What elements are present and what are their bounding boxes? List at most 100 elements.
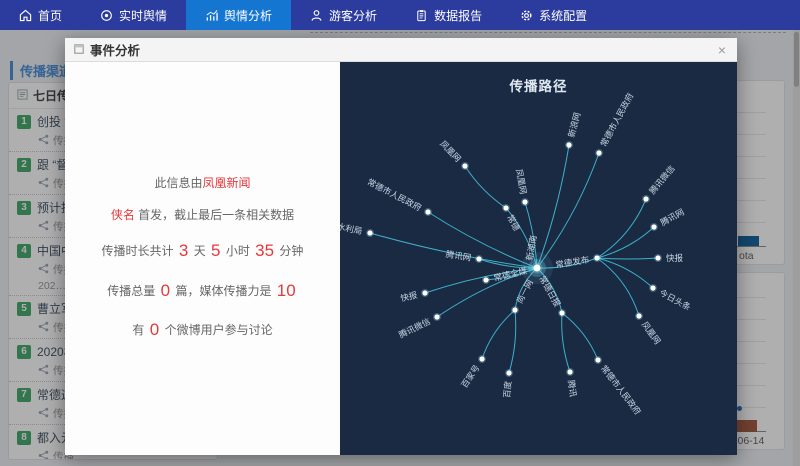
graph-node[interactable] [422, 290, 427, 295]
graph-node-label: 新浪网 [566, 111, 582, 138]
home-icon [19, 9, 32, 22]
nav-item-label: 系统配置 [539, 7, 587, 24]
graph-node[interactable] [425, 209, 430, 214]
graph-title: 传播路径 [340, 75, 737, 95]
graph-node[interactable] [643, 196, 648, 201]
graph-node-label: 腾讯网 [659, 207, 686, 228]
summary-text: 传播时长共计 [102, 244, 177, 258]
graph-node[interactable] [476, 256, 481, 261]
modal-header: 事件分析 × [65, 38, 737, 62]
chart-icon [205, 9, 218, 22]
graph-node[interactable] [503, 205, 508, 210]
graph-node-label: 腾讯微信 [397, 316, 432, 340]
graph-edge [537, 153, 599, 268]
graph-node-label: 尚一网 [514, 278, 535, 305]
nav-item-5[interactable]: 数据报告 [396, 0, 501, 30]
summary-highlight: 10 [275, 281, 298, 300]
screen: 首页实时舆情舆情分析游客分析数据报告系统配置 传播渠道 七日传播 1创投 “…传… [0, 0, 800, 466]
modal-title: 事件分析 [90, 40, 140, 59]
summary-text: 此信息由 [154, 176, 202, 190]
summary-highlight: 0 [159, 281, 172, 300]
graph-node-label: 快报 [666, 253, 684, 263]
graph-node[interactable] [594, 255, 599, 260]
summary-highlight: 35 [253, 241, 276, 260]
graph-node[interactable] [566, 142, 571, 147]
graph-edge [597, 258, 658, 259]
spread-path-graph: 新湖南常德凤凰网凤凰网新浪网常德市人民政府常德市人民政府市水利局腾讯网常德全媒快… [340, 62, 737, 455]
modal-body: 此信息由凤凰新闻侠名 首发，截止最后一条相关数据传播时长共计 3 天 5 小时 … [65, 62, 737, 455]
summary-highlight: 5 [209, 241, 222, 260]
graph-node-label: 常德全媒 [493, 265, 529, 283]
summary-highlight: 凤凰新闻 [203, 176, 251, 190]
nav-item-4[interactable]: 游客分析 [291, 0, 396, 30]
monitor-icon [100, 9, 113, 22]
top-nav: 首页 实时舆情 舆情分析 游客分析 数据报告 系统配置 [0, 0, 800, 30]
graph-node[interactable] [479, 356, 484, 361]
nav-item-2[interactable]: 实时舆情 [81, 0, 186, 30]
panel-icon [74, 41, 84, 59]
graph-node-label: 百家号 [459, 363, 482, 390]
graph-node[interactable] [534, 265, 541, 272]
graph-node-label: 快报 [399, 290, 418, 304]
graph-node[interactable] [655, 255, 660, 260]
summary-line: 此信息由凤凰新闻 [75, 174, 330, 192]
user-icon [310, 9, 323, 22]
graph-node[interactable] [595, 357, 600, 362]
nav-item-label: 实时舆情 [119, 7, 167, 24]
graph-node-label: 今日头条 [658, 287, 693, 312]
nav-item-6[interactable]: 系统配置 [501, 0, 606, 30]
event-analysis-modal: 事件分析 × 此信息由凤凰新闻侠名 首发，截止最后一条相关数据传播时长共计 3 … [65, 38, 737, 455]
graph-edge [597, 258, 653, 288]
graph-node[interactable] [367, 230, 372, 235]
graph-node-label: 常德日报 [537, 274, 563, 309]
graph-node[interactable] [596, 150, 601, 155]
graph-edge [482, 310, 515, 359]
summary-text: 分钟 [276, 244, 303, 258]
graph-node-label: 常德市人民政府 [598, 91, 635, 149]
graph-node[interactable] [506, 370, 511, 375]
graph-node-label: 凤凰网 [438, 139, 463, 164]
graph-node-label: 百度 [502, 380, 514, 398]
graph-node[interactable] [559, 310, 564, 315]
graph-node-label: 常德 [505, 213, 522, 233]
graph-node-label: 常德发布 [555, 254, 590, 269]
graph-edge [509, 310, 516, 373]
graph-edge [562, 313, 598, 360]
graph-node[interactable] [636, 313, 641, 318]
graph-node-label: 腾讯微信 [647, 163, 677, 196]
graph-node-label: 常德市人民政府 [366, 177, 424, 213]
graph-node-label: 腾讯 [566, 379, 578, 398]
graph-node[interactable] [522, 199, 527, 204]
graph-edge [537, 145, 569, 268]
graph-node[interactable] [512, 307, 517, 312]
nav-item-label: 舆情分析 [224, 7, 272, 24]
summary-highlight: 3 [177, 241, 190, 260]
summary-text: 首发，截止最后一条相关数据 [135, 208, 294, 222]
nav-item-label: 首页 [38, 7, 62, 24]
graph-node[interactable] [434, 314, 439, 319]
summary-text: 有 [132, 323, 147, 337]
graph-edge [597, 227, 654, 258]
nav-item-3[interactable]: 舆情分析 [186, 0, 291, 30]
summary-highlight: 侠名 [111, 208, 135, 222]
gear-icon [520, 9, 533, 22]
graph-node[interactable] [462, 163, 467, 168]
summary-text: 小时 [223, 244, 254, 258]
graph-edge [562, 313, 570, 372]
graph-node[interactable] [483, 277, 488, 282]
nav-item-1[interactable]: 首页 [0, 0, 81, 30]
spread-path-panel: 传播路径 新湖南常德凤凰网凤凰网新浪网常德市人民政府常德市人民政府市水利局腾讯网… [340, 62, 737, 455]
nav-item-label: 游客分析 [329, 7, 377, 24]
close-icon[interactable]: × [716, 43, 728, 57]
graph-edge [465, 166, 506, 208]
graph-node[interactable] [567, 369, 572, 374]
summary-text: 篇，媒体传播力是 [172, 284, 275, 298]
graph-node[interactable] [650, 285, 655, 290]
graph-node-label: 腾讯网 [445, 249, 472, 263]
summary-text: 传播总量 [107, 284, 158, 298]
graph-node-label: 常德市人民政府 [599, 363, 643, 417]
summary-text: 天 [190, 244, 209, 258]
graph-edge [597, 258, 639, 316]
graph-node-label: 凤凰网 [514, 168, 528, 195]
graph-node[interactable] [651, 224, 656, 229]
